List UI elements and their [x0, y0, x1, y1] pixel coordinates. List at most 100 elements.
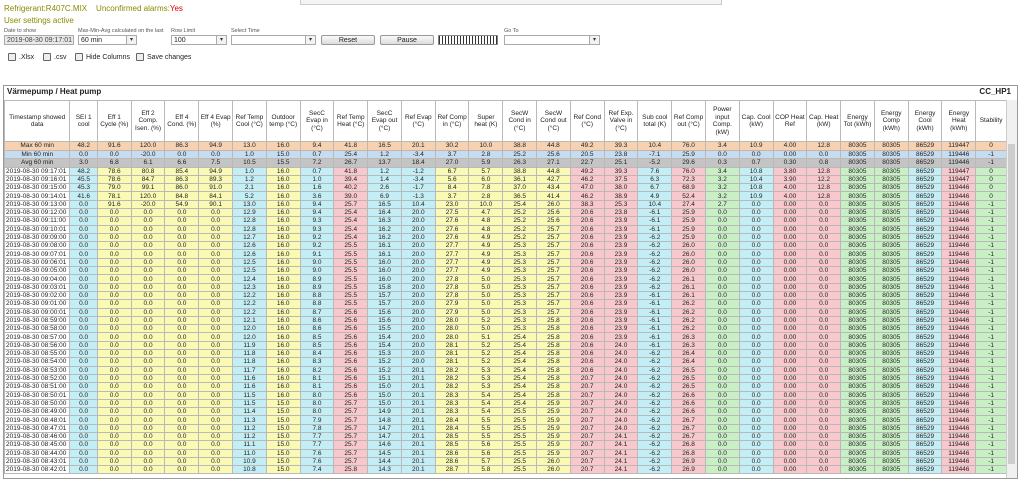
goto-select[interactable]: ▾	[504, 35, 600, 45]
table-cell: 80305	[840, 390, 875, 400]
table-cell: 0.00	[772, 266, 808, 276]
column-header[interactable]: Cap. Heat (kW)	[806, 100, 842, 142]
export-xlsx-button[interactable]: .Xlsx	[8, 52, 34, 63]
table-cell: 20.6	[569, 207, 605, 218]
table-row[interactable]: 2019-08-30 08:58:00 0.0 0.0 0.0 0.0 0.0 12.0 16…	[4, 324, 1007, 334]
table-row[interactable]: 2019-08-30 09:09:00 0.0 0.0 0.0 0.0 0.0 12.7 16…	[4, 232, 1007, 243]
table-row[interactable]: 2019-08-30 08:44:00 0.0 0.0 0.0 0.0 0.0 11.0 15…	[4, 448, 1007, 458]
alarms-value[interactable]: Yes	[170, 4, 183, 13]
table-row[interactable]: 2019-08-30 09:03:01 0.0 0.0 0.0 0.0 0.0 12.3 16…	[4, 282, 1007, 292]
column-header[interactable]: SecW Cond out (°C)	[536, 100, 571, 142]
column-header[interactable]: SecC Evap in (°C)	[299, 100, 335, 142]
column-header[interactable]: Energy Tot (kWh)	[840, 100, 875, 142]
table-row[interactable]: 2019-08-30 09:12:00 0.0 0.0 0.0 0.0 0.0 12.9 16…	[4, 207, 1007, 218]
table-row[interactable]: 2019-08-30 09:01:00 0.0 0.0 0.0 0.0 0.0 12.2 16…	[4, 299, 1007, 309]
column-header[interactable]: Super heat (K)	[468, 100, 504, 142]
table-cell: 0.0	[69, 241, 98, 251]
table-row[interactable]: 2019-08-30 09:17:01 48.2 78.6 80.8 85.4 94.9 1…	[4, 166, 1007, 176]
table-cell: 24.1	[603, 465, 639, 475]
table-cell: 0.00	[772, 257, 808, 268]
export-csv-button[interactable]: .csv	[43, 52, 66, 63]
table-row[interactable]: 2019-08-30 09:13:00 0.0 91.6 -20.0 54.9 90.1 1…	[4, 199, 1007, 210]
table-row[interactable]: 2019-08-30 09:11:00 0.0 0.0 0.0 0.0 0.0 12.8 16…	[4, 216, 1007, 226]
column-header[interactable]: Stability	[975, 100, 1007, 142]
column-header[interactable]: Energy Comp (kWh)	[873, 100, 909, 142]
table-cell: 0.0	[806, 349, 842, 359]
column-header[interactable]: Ref Comp in (°C)	[434, 100, 470, 142]
table-cell: 16.0	[367, 274, 402, 284]
vertical-scrollbar[interactable]	[1006, 100, 1017, 478]
table-row[interactable]: 2019-08-30 09:05:00 0.0 0.0 0.0 0.0 0.0 12.5 16…	[4, 266, 1007, 276]
table-row[interactable]: 2019-08-30 09:04:00 0.0 0.0 0.0 0.0 0.0 12.4 16…	[4, 274, 1007, 284]
select-time-select[interactable]: ▾	[231, 35, 316, 45]
table-row[interactable]: 2019-08-30 08:43:01 0.0 0.0 0.0 0.0 0.0 10.9 15…	[4, 456, 1007, 467]
table-cell: 0.0	[164, 373, 200, 384]
column-header[interactable]: Timestamp showed data	[4, 100, 71, 142]
column-header[interactable]: Ref Evap (°C)	[400, 100, 436, 142]
table-row[interactable]: 2019-08-30 09:16:01 45.5 78.6 84.7 86.3 89.3 1…	[4, 174, 1007, 185]
table-row[interactable]: 2019-08-30 08:46:00 0.0 0.0 0.0 0.0 0.0 11.2 15…	[4, 431, 1007, 442]
table-row[interactable]: 2019-08-30 08:56:00 0.0 0.0 0.0 0.0 0.0 11.9 16…	[4, 340, 1007, 351]
reset-button[interactable]: Reset	[321, 35, 375, 45]
table-row[interactable]: 2019-08-30 08:57:00 0.0 0.0 0.0 0.0 0.0 12.0 16…	[4, 332, 1007, 342]
column-header[interactable]: Energy Heat (kWh)	[941, 100, 977, 142]
table-cell: 27.6	[434, 224, 470, 234]
table-cell: 80305	[873, 266, 909, 276]
column-header[interactable]: Sub cool total (K)	[637, 100, 673, 142]
date-field[interactable]: 2019-08-30 09:17:01	[4, 35, 74, 45]
table-cell: 16.0	[265, 282, 301, 292]
table-row[interactable]: 2019-08-30 09:14:01 41.6 78.1 120.0 84.8 84.1…	[4, 191, 1007, 201]
column-header[interactable]: Ref Temp Cool (°C)	[232, 100, 267, 142]
column-header[interactable]: Cap. Cool (kW)	[738, 100, 774, 142]
toolbar: .Xlsx .csv Hide Columns Save changes	[0, 50, 1024, 64]
column-header[interactable]: Ref Exp. Valve in (°C)	[603, 100, 639, 142]
column-header[interactable]: SEI 1 cool	[69, 100, 98, 142]
column-header[interactable]: SecW Cond in (°C)	[502, 100, 538, 142]
table-row[interactable]: 2019-08-30 08:51:00 0.0 0.0 0.0 0.0 0.0 11.6 16…	[4, 382, 1007, 392]
table-row[interactable]: 2019-08-30 08:45:00 0.0 0.0 0.0 0.0 0.0 11.1 15…	[4, 440, 1007, 450]
column-header[interactable]: COP Heat Ref	[772, 100, 808, 142]
table-row[interactable]: 2019-08-30 08:47:01 0.0 0.0 0.0 0.0 0.0 11.2 15…	[4, 423, 1007, 434]
column-header[interactable]: SecC Evap out (°C)	[367, 100, 402, 142]
table-cell: 25.9	[536, 415, 571, 425]
save-changes-button[interactable]: Save changes	[136, 52, 191, 63]
column-header[interactable]: Ref Cond (°C)	[569, 100, 605, 142]
table-row[interactable]: 2019-08-30 09:08:00 0.0 0.0 0.0 0.0 0.0 12.6 16…	[4, 241, 1007, 251]
table-cell: 119446	[941, 340, 977, 351]
table-row[interactable]: 2019-08-30 08:48:01 0.0 0.0 0.0 0.0 0.0 11.3 15…	[4, 415, 1007, 425]
column-header[interactable]: Energy Cool (kWh)	[907, 100, 943, 142]
table-row[interactable]: 2019-08-30 09:06:01 0.0 0.0 0.0 0.0 0.0 12.5 16…	[4, 257, 1007, 268]
table-row[interactable]: 2019-08-30 08:50:00 0.0 0.0 0.0 0.0 0.0 11.5 15…	[4, 398, 1007, 409]
column-header[interactable]: Eff 4 Evap (%)	[198, 100, 234, 142]
row-limit-select[interactable]: 100 ▾	[171, 35, 227, 45]
column-header[interactable]: Eff 4 Cond. (%)	[164, 100, 200, 142]
table-row[interactable]: 2019-08-30 08:55:00 0.0 0.0 0.0 0.0 0.0 11.8 16…	[4, 349, 1007, 359]
table-row[interactable]: 2019-08-30 09:02:00 0.0 0.0 0.0 0.0 0.0 12.2 16…	[4, 290, 1007, 301]
table-cell: 26.5	[671, 373, 706, 384]
table-row[interactable]: 2019-08-30 09:15:00 45.3 79.0 99.1 86.0 91.0 2…	[4, 183, 1007, 193]
column-header[interactable]: Ref Temp Heat (°C)	[333, 100, 369, 142]
table-row[interactable]: 2019-08-30 08:49:00 0.0 0.0 0.0 0.0 0.0 11.4 15…	[4, 407, 1007, 417]
mma-select[interactable]: 60 min ▾	[78, 35, 137, 45]
table-row[interactable]: 2019-08-30 09:07:01 0.0 0.0 0.0 0.0 0.0 12.6 16…	[4, 249, 1007, 259]
table-cell: 25.8	[536, 332, 571, 342]
table-row[interactable]: 2019-08-30 09:10:01 0.0 0.0 0.0 0.0 0.0 12.8 16…	[4, 224, 1007, 234]
table-row[interactable]: 2019-08-30 08:42:01 0.0 0.0 0.0 0.0 0.0 10.8 15…	[4, 465, 1007, 475]
table-cell: 80305	[873, 456, 909, 467]
column-header[interactable]: Eff 1 Cycle (%)	[96, 100, 132, 142]
column-header[interactable]: Outdoor temp (°C)	[265, 100, 301, 142]
table-row[interactable]: 2019-08-30 08:52:00 0.0 0.0 0.0 0.0 0.0 11.6 16…	[4, 373, 1007, 384]
table-row[interactable]: 2019-08-30 09:00:01 0.0 0.0 0.0 0.0 0.0 12.2 16…	[4, 307, 1007, 317]
table-row[interactable]: 2019-08-30 08:53:00 0.0 0.0 0.0 0.0 0.0 11.7 16…	[4, 365, 1007, 375]
column-header[interactable]: Eff 2 Comp. Isen. (%)	[130, 100, 166, 142]
table-row[interactable]: 2019-08-30 08:59:00 0.0 0.0 0.0 0.0 0.0 12.1 16…	[4, 315, 1007, 326]
column-header[interactable]: Power input Comp. (kW)	[704, 100, 740, 142]
table-row[interactable]: 2019-08-30 08:54:00 0.0 0.0 0.0 0.0 0.0 11.8 16…	[4, 357, 1007, 367]
hide-columns-button[interactable]: Hide Columns	[75, 52, 130, 63]
summary-cell: 0.0	[69, 149, 98, 159]
table-row[interactable]: 2019-08-30 08:50:01 0.0 0.0 0.0 0.0 0.0 11.5 16…	[4, 390, 1007, 400]
pause-button[interactable]: Pause	[380, 35, 434, 45]
column-header[interactable]: Ref Comp out (°C)	[671, 100, 706, 142]
table-cell: 5.0	[468, 290, 504, 301]
scrollbar-thumb[interactable]	[1008, 144, 1015, 464]
